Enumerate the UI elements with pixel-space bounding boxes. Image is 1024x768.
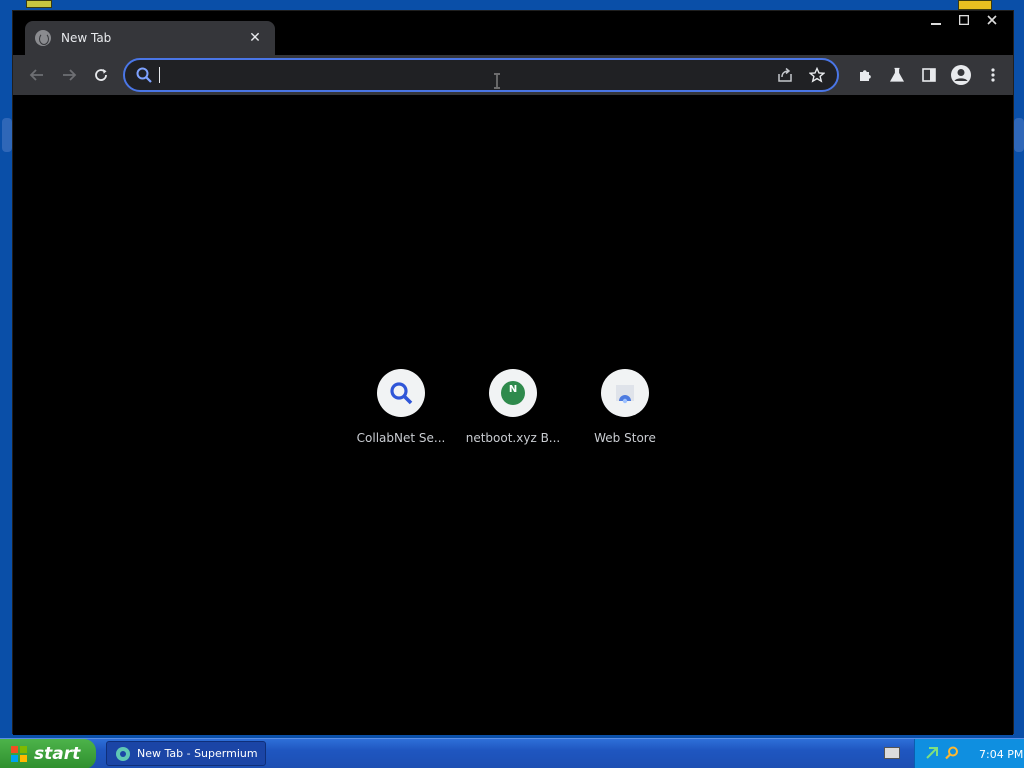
svg-text:N: N — [509, 384, 517, 395]
search-icon — [135, 66, 153, 84]
system-tray: 7:04 PM — [914, 739, 1024, 768]
labs-flask-icon[interactable] — [881, 59, 913, 91]
side-panel-icon[interactable] — [913, 59, 945, 91]
browser-window: New Tab ✕ CollabNet Se... N netboot.xyz … — [12, 10, 1014, 735]
search-icon — [377, 369, 425, 417]
close-tab-icon[interactable]: ✕ — [245, 28, 265, 48]
text-cursor-icon — [494, 73, 500, 89]
shortcut-web-store[interactable]: Web Store — [569, 369, 681, 445]
windows-flag-icon — [10, 745, 28, 763]
keyboard-icon[interactable] — [884, 747, 900, 759]
window-controls — [923, 11, 1005, 29]
title-bar: New Tab ✕ — [13, 11, 1013, 55]
toolbar-actions — [849, 59, 1009, 91]
tab-title: New Tab — [61, 31, 112, 45]
menu-kebab-icon[interactable] — [977, 59, 1009, 91]
start-button[interactable]: start — [0, 739, 96, 768]
shortcut-label: CollabNet Se... — [356, 431, 446, 445]
taskbar: start New Tab - Supermium 7:04 PM — [0, 738, 1024, 768]
address-input[interactable] — [160, 67, 775, 83]
clock: 7:04 PM — [979, 747, 1024, 761]
bookmark-star-icon[interactable] — [807, 65, 827, 85]
maximize-icon[interactable] — [951, 11, 977, 29]
search-tray-icon[interactable] — [945, 746, 959, 763]
shortcut-collabnet[interactable]: CollabNet Se... — [345, 369, 457, 445]
forward-icon[interactable] — [53, 59, 85, 91]
reload-icon[interactable] — [85, 59, 117, 91]
extensions-icon[interactable] — [849, 59, 881, 91]
profile-avatar-icon[interactable] — [945, 59, 977, 91]
browser-toolbar — [13, 55, 1013, 95]
shortcut-netboot[interactable]: N netboot.xyz B... — [457, 369, 569, 445]
taskbar-item-browser[interactable]: New Tab - Supermium — [106, 741, 266, 766]
tab-new-tab[interactable]: New Tab ✕ — [25, 21, 275, 55]
back-icon[interactable] — [21, 59, 53, 91]
new-tab-page: CollabNet Se... N netboot.xyz B... Web S… — [13, 95, 1013, 735]
close-window-icon[interactable] — [979, 11, 1005, 29]
start-label: start — [34, 744, 81, 764]
taskbar-item-label: New Tab - Supermium — [137, 747, 258, 760]
globe-icon — [35, 30, 51, 46]
address-bar[interactable] — [123, 58, 839, 92]
shortcut-tiles: CollabNet Se... N netboot.xyz B... Web S… — [13, 369, 1013, 445]
desktop-icon[interactable] — [26, 0, 52, 8]
minimize-icon[interactable] — [923, 11, 949, 29]
shortcut-label: netboot.xyz B... — [465, 431, 561, 445]
web-store-icon — [601, 369, 649, 417]
netboot-icon: N — [489, 369, 537, 417]
share-icon[interactable] — [775, 65, 795, 85]
desktop-edge-decoration — [2, 118, 12, 152]
network-icon[interactable] — [925, 746, 939, 763]
desktop-icon[interactable] — [958, 0, 992, 10]
desktop-edge-decoration — [1014, 118, 1024, 152]
supermium-icon — [115, 746, 131, 762]
shortcut-label: Web Store — [594, 431, 656, 445]
